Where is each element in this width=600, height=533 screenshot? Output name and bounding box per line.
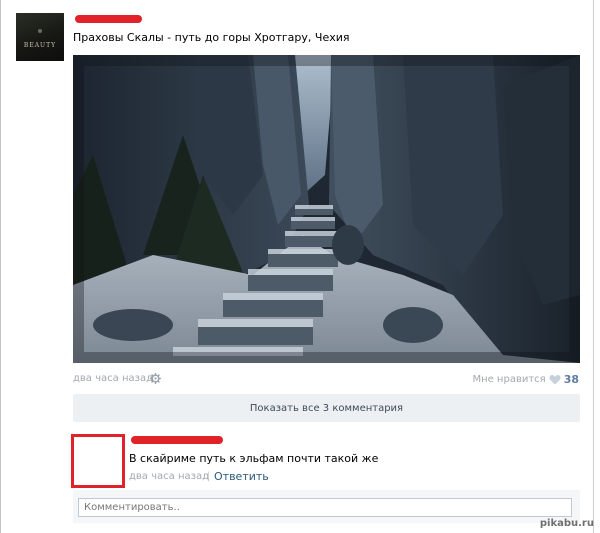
show-all-comments-button[interactable]: Показать все 3 комментария	[73, 394, 580, 422]
like-label: Мне нравится	[472, 373, 546, 385]
like-count: 38	[563, 372, 579, 386]
post-author-avatar[interactable]: BEAUTY	[16, 13, 64, 61]
post-photo-image	[73, 55, 580, 363]
avatar-emblem	[38, 29, 42, 33]
heart-icon	[549, 374, 561, 384]
comment-timestamp[interactable]: два часа назад	[129, 471, 209, 482]
post-photo[interactable]	[73, 55, 580, 363]
comment-author-name-redacted[interactable]	[131, 436, 223, 444]
post-text: Праховы Скалы - путь до горы Хротгару, Ч…	[73, 31, 350, 44]
comment-text: В скайриме путь к эльфам почти такой же	[129, 452, 379, 465]
comment-meta-separator: |	[207, 471, 211, 482]
gear-icon[interactable]	[150, 373, 161, 384]
comment-input[interactable]	[78, 498, 572, 517]
avatar-logo-text: BEAUTY	[23, 42, 57, 49]
page-border-right	[593, 0, 594, 533]
reply-link[interactable]: Ответить	[214, 470, 269, 483]
watermark: pikabu.ru	[539, 518, 594, 529]
like-button[interactable]: Мне нравится 38	[472, 372, 579, 386]
post-timestamp[interactable]: два часа назад	[73, 373, 153, 384]
comment-author-avatar-redacted[interactable]	[71, 434, 125, 488]
post-author-name-redacted[interactable]	[75, 15, 142, 23]
page-border-left	[0, 0, 1, 533]
